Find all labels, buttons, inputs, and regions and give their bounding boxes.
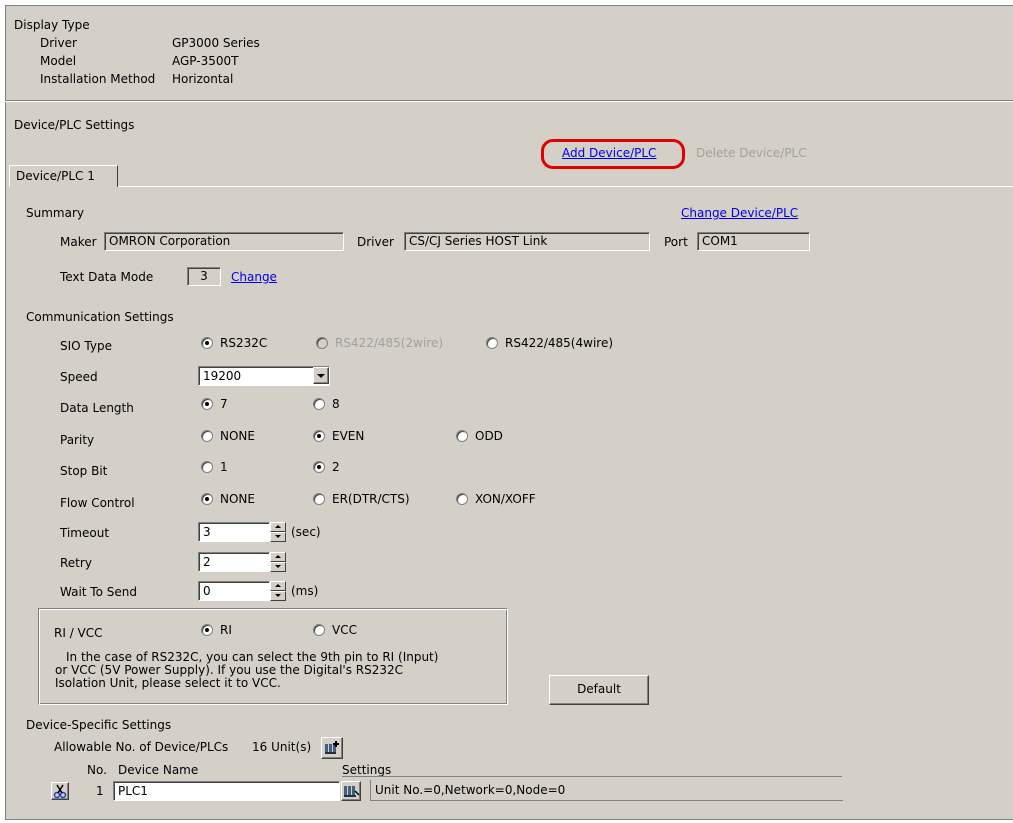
flow-none-label: NONE — [220, 492, 255, 506]
sio-rs422-2wire-radio — [316, 337, 328, 349]
stop-bit-2-radio[interactable] — [313, 461, 325, 473]
display-type-heading: Display Type — [14, 18, 90, 32]
communication-settings-heading: Communication Settings — [26, 310, 174, 324]
chevron-down-icon — [317, 374, 325, 378]
speed-dropdown-button[interactable] — [313, 367, 329, 384]
driver-field-label: Driver — [357, 235, 394, 249]
driver-field: CS/CJ Series HOST Link — [404, 232, 650, 251]
parity-none-radio[interactable] — [201, 430, 213, 442]
installation-method-label: Installation Method — [40, 72, 156, 86]
sio-rs232c-label: RS232C — [220, 336, 268, 350]
add-device-icon[interactable] — [321, 737, 343, 759]
model-value: AGP-3500T — [172, 54, 239, 68]
ri-vcc-note-line3: Isolation Unit, please select it to VCC. — [55, 676, 281, 690]
sio-rs422-4wire-label: RS422/485(4wire) — [505, 336, 614, 350]
default-button[interactable]: Default — [549, 675, 649, 705]
ri-option-label: RI — [220, 623, 232, 637]
device-settings-heading: Device/PLC Settings — [14, 118, 135, 132]
flow-none-radio[interactable] — [201, 493, 213, 505]
summary-heading: Summary — [26, 206, 84, 220]
timeout-input[interactable]: 3 — [198, 522, 270, 542]
parity-even-label: EVEN — [332, 429, 365, 443]
tab-device-plc-1[interactable]: Device/PLC 1 — [9, 165, 118, 187]
installation-method-value: Horizontal — [172, 72, 234, 86]
delete-device-link: Delete Device/PLC — [696, 146, 807, 160]
device-name-input[interactable]: PLC1 — [113, 781, 340, 801]
tab-label: Device/PLC 1 — [16, 169, 95, 183]
text-mode-change-link[interactable]: Change — [231, 270, 277, 284]
ri-vcc-note-line1: In the case of RS232C, you can select th… — [66, 650, 439, 664]
parity-odd-radio[interactable] — [456, 430, 468, 442]
parity-label: Parity — [60, 433, 95, 447]
timeout-label: Timeout — [60, 526, 110, 540]
vcc-radio[interactable] — [313, 624, 325, 636]
driver-label: Driver — [40, 36, 77, 50]
port-field: COM1 — [697, 232, 810, 251]
sio-type-label: SIO Type — [60, 339, 112, 353]
flow-er-radio[interactable] — [313, 493, 325, 505]
driver-value: GP3000 Series — [172, 36, 260, 50]
vcc-option-label: VCC — [332, 623, 357, 637]
text-data-mode-field: 3 — [187, 267, 221, 286]
stop-bit-2-label: 2 — [332, 460, 340, 474]
stop-bit-label: Stop Bit — [60, 464, 108, 478]
device-specific-heading: Device-Specific Settings — [26, 718, 172, 732]
model-label: Model — [40, 54, 77, 68]
settings-header-line — [342, 776, 842, 777]
change-device-link[interactable]: Change Device/PLC — [681, 206, 798, 220]
data-length-label: Data Length — [60, 401, 134, 415]
port-label: Port — [664, 235, 688, 249]
parity-even-radio[interactable] — [313, 430, 325, 442]
flow-er-label: ER(DTR/CTS) — [332, 492, 410, 506]
allowable-label: Allowable No. of Device/PLCs — [54, 740, 229, 754]
settings-row-line — [370, 800, 843, 801]
device-settings-icon[interactable] — [341, 781, 361, 801]
column-settings: Settings — [342, 763, 392, 777]
settings-value-cell: Unit No.=0,Network=0,Node=0 — [370, 780, 843, 800]
stop-bit-1-radio[interactable] — [201, 461, 213, 473]
sio-rs422-4wire-radio[interactable] — [486, 337, 498, 349]
ri-vcc-label: RI / VCC — [54, 626, 103, 640]
maker-label: Maker — [60, 235, 97, 249]
device-row-no: 1 — [96, 784, 104, 798]
allowable-value: 16 Unit(s) — [252, 740, 312, 754]
flow-xon-label: XON/XOFF — [475, 492, 536, 506]
delete-device-icon[interactable] — [51, 782, 69, 800]
data-length-8-radio[interactable] — [313, 398, 325, 410]
retry-label: Retry — [60, 556, 92, 570]
add-device-link[interactable]: Add Device/PLC — [562, 146, 656, 160]
column-device-name: Device Name — [118, 763, 199, 777]
wait-to-send-label: Wait To Send — [60, 585, 137, 599]
data-length-8-label: 8 — [332, 397, 340, 411]
flow-control-label: Flow Control — [60, 496, 135, 510]
flow-xon-radio[interactable] — [456, 493, 468, 505]
parity-none-label: NONE — [220, 429, 255, 443]
sio-rs422-2wire-label: RS422/485(2wire) — [335, 336, 444, 350]
maker-field: OMRON Corporation — [104, 232, 344, 251]
wait-to-send-input[interactable]: 0 — [198, 581, 270, 601]
settings-value: Unit No.=0,Network=0,Node=0 — [375, 783, 566, 797]
ri-vcc-note-line2: or VCC (5V Power Supply). If you use the… — [55, 663, 404, 677]
stop-bit-1-label: 1 — [220, 460, 228, 474]
text-data-mode-label: Text Data Mode — [60, 270, 154, 284]
wait-to-send-unit: (ms) — [291, 584, 319, 598]
sio-rs232c-radio[interactable] — [201, 337, 213, 349]
column-no: No. — [87, 763, 107, 777]
data-length-7-radio[interactable] — [201, 398, 213, 410]
retry-spinner[interactable] — [270, 552, 286, 572]
speed-select[interactable]: 19200 — [198, 366, 330, 386]
ri-radio[interactable] — [201, 624, 213, 636]
timeout-unit: (sec) — [291, 525, 321, 539]
section-divider — [5, 100, 1013, 102]
tab-strip-line — [118, 186, 1013, 187]
retry-input[interactable]: 2 — [198, 552, 270, 572]
speed-value: 19200 — [203, 369, 242, 383]
speed-label: Speed — [60, 370, 98, 384]
parity-odd-label: ODD — [475, 429, 503, 443]
data-length-7-label: 7 — [220, 397, 228, 411]
wait-to-send-spinner[interactable] — [270, 581, 286, 601]
timeout-spinner[interactable] — [270, 522, 286, 542]
